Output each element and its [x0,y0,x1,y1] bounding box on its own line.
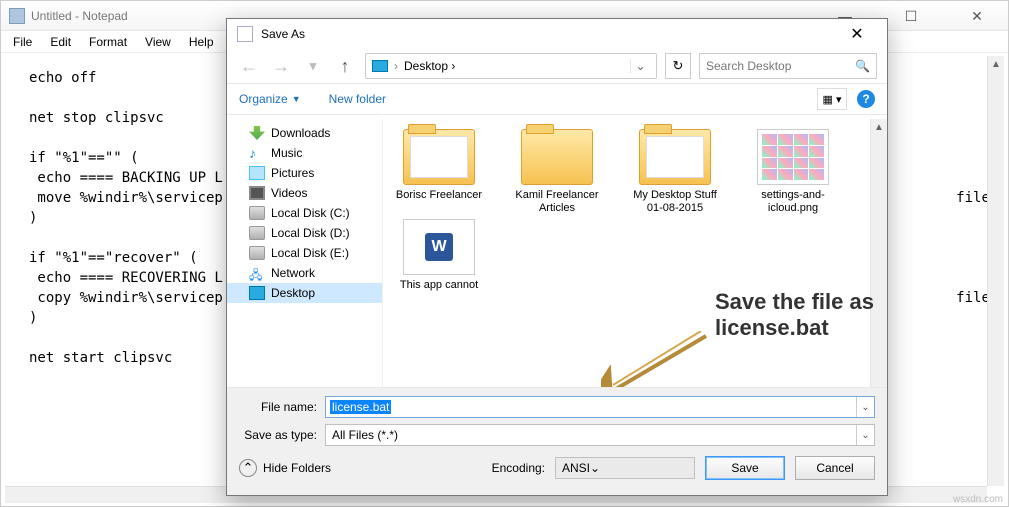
chevron-up-icon: ⌃ [239,459,257,477]
save-button[interactable]: Save [705,456,785,480]
tree-item-network[interactable]: 🖧 Network [227,263,382,283]
savetype-label: Save as type: [239,428,325,442]
encoding-label: Encoding: [492,461,545,475]
up-button[interactable]: ▾ [301,54,325,78]
dialog-titlebar: Save As ✕ [227,19,887,49]
file-thumb [639,129,711,185]
menu-edit[interactable]: Edit [42,33,79,50]
new-folder-button[interactable]: New folder [329,92,386,106]
search-input[interactable]: Search Desktop 🔍 [699,53,877,79]
menu-file[interactable]: File [5,33,40,50]
annotation-arrow-icon [601,331,711,387]
file-label: My Desktop Stuff 01-08-2015 [625,189,725,215]
tree-item-desktop[interactable]: Desktop [227,283,382,303]
tree-item-downloads[interactable]: Downloads [227,123,382,143]
net-icon: 🖧 [249,266,265,280]
organize-button[interactable]: Organize▼ [239,92,301,106]
dialog-footer: File name: license.bat ⌄ Save as type: A… [227,387,887,495]
disk-icon [249,246,265,260]
watermark: wsxdn.com [953,494,1003,505]
tree-item-videos[interactable]: Videos [227,183,382,203]
navigation-tree: Downloads ♪ Music Pictures Videos Local Disk … [227,119,383,387]
file-label: Borisc Freelancer [389,189,489,202]
view-options-button[interactable]: ▦ ▾ [817,88,847,110]
up-level-button[interactable]: ↑ [333,54,357,78]
encoding-dropdown-icon: ⌄ [590,461,600,475]
tree-item-music[interactable]: ♪ Music [227,143,382,163]
filename-input[interactable]: license.bat ⌄ [325,396,875,418]
nav-row: ← → ▾ ↑ › Desktop › ⌄ ↻ Search Desktop 🔍 [227,49,887,83]
tree-item-label: Pictures [271,166,314,180]
disk-icon [249,226,265,240]
file-thumb [757,129,829,185]
file-label: This app cannot [389,279,489,292]
close-button[interactable]: ✕ [954,2,1000,30]
breadcrumb-dropdown[interactable]: ⌄ [630,59,650,73]
scroll-up-icon[interactable]: ▲ [988,56,1004,73]
notepad-icon [9,8,25,24]
annotation: Save the file as license.bat [715,289,874,341]
dialog-icon [237,26,253,42]
file-item[interactable]: My Desktop Stuff 01-08-2015 [625,129,725,215]
file-label: Kamil Freelancer Articles [507,189,607,215]
cancel-button[interactable]: Cancel [795,456,875,480]
this-pc-icon [372,60,388,72]
file-thumb [403,129,475,185]
file-list: Borisc Freelancer Kamil Freelancer Articl… [383,119,887,387]
back-button[interactable]: ← [237,54,261,78]
desk-icon [249,286,265,300]
tree-item-label: Music [271,146,302,160]
breadcrumb[interactable]: › Desktop › ⌄ [365,53,657,79]
tree-item-local-disk-c-[interactable]: Local Disk (C:) [227,203,382,223]
file-item[interactable]: settings-and-icloud.png [743,129,843,215]
file-thumb [521,129,593,185]
file-item[interactable]: Borisc Freelancer [389,129,489,215]
file-thumb: W [403,219,475,275]
dialog-content: Downloads ♪ Music Pictures Videos Local Disk … [227,119,887,387]
vertical-scrollbar[interactable]: ▲ [987,56,1004,486]
tree-item-label: Local Disk (C:) [271,206,350,220]
filename-value: license.bat [330,400,391,414]
savetype-select[interactable]: All Files (*.*) ⌄ [325,424,875,446]
hide-folders-button[interactable]: ⌃ Hide Folders [239,459,331,477]
tree-item-local-disk-d-[interactable]: Local Disk (D:) [227,223,382,243]
tree-item-label: Desktop [271,286,315,300]
file-label: settings-and-icloud.png [743,189,843,215]
tree-item-label: Network [271,266,315,280]
file-item[interactable]: W This app cannot [389,219,489,292]
breadcrumb-text: Desktop › [404,59,455,73]
savetype-dropdown-icon: ⌄ [856,425,874,445]
tree-item-pictures[interactable]: Pictures [227,163,382,183]
disk-icon [249,206,265,220]
tree-item-label: Local Disk (E:) [271,246,349,260]
filename-dropdown[interactable]: ⌄ [856,397,874,417]
tree-item-local-disk-e-[interactable]: Local Disk (E:) [227,243,382,263]
pic-icon [249,166,265,180]
forward-button: → [269,54,293,78]
dl-icon [249,126,265,140]
menu-help[interactable]: Help [181,33,222,50]
scroll-up-icon[interactable]: ▲ [871,119,887,136]
save-as-dialog: Save As ✕ ← → ▾ ↑ › Desktop › ⌄ ↻ Search… [226,18,888,496]
dialog-title: Save As [261,27,837,41]
maximize-button[interactable]: ☐ [888,2,934,30]
tree-item-label: Videos [271,186,307,200]
file-list-scrollbar[interactable]: ▲ [870,119,887,387]
vid-icon [249,186,265,200]
savetype-value: All Files (*.*) [332,428,398,442]
help-button[interactable]: ? [857,90,875,108]
search-icon: 🔍 [855,59,870,73]
dialog-toolbar: Organize▼ New folder ▦ ▾ ? [227,83,887,115]
menu-format[interactable]: Format [81,33,135,50]
file-item[interactable]: Kamil Freelancer Articles [507,129,607,215]
search-placeholder: Search Desktop [706,59,791,73]
refresh-button[interactable]: ↻ [665,53,691,79]
music-icon: ♪ [249,146,265,160]
tree-item-label: Local Disk (D:) [271,226,350,240]
menu-view[interactable]: View [137,33,179,50]
dialog-close-button[interactable]: ✕ [837,24,877,44]
encoding-select[interactable]: ANSI ⌄ [555,457,695,479]
tree-item-label: Downloads [271,126,330,140]
filename-label: File name: [239,400,325,414]
